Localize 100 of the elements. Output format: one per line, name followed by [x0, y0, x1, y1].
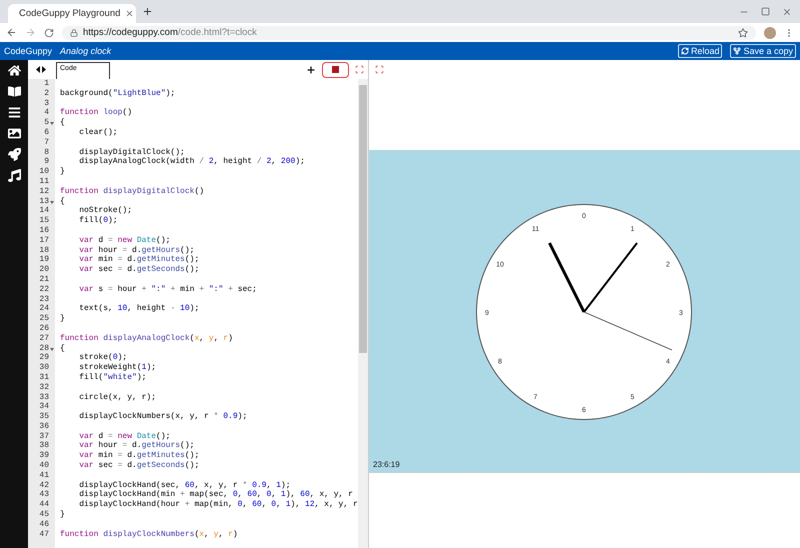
- code-line: var sec = d.getSeconds();: [78, 461, 200, 471]
- line-number: 4: [43, 108, 50, 118]
- image-icon[interactable]: [8, 127, 20, 140]
- line-number: 16: [38, 226, 50, 236]
- line-number: 8: [43, 148, 50, 158]
- back-icon[interactable]: [6, 27, 17, 38]
- line-number: 18: [38, 246, 50, 256]
- add-icon[interactable]: [306, 64, 316, 74]
- line-number: 21: [38, 274, 50, 285]
- line-number: 20: [38, 265, 50, 275]
- code-line: var sec = d.getSeconds();: [78, 265, 200, 275]
- code-line: var min = d.getMinutes();: [78, 255, 200, 265]
- code-line: circle(x, y, r);: [78, 392, 156, 402]
- code-line: text(s, 10, height - 10);: [78, 304, 200, 314]
- code-line: }: [60, 314, 65, 324]
- scrollbar[interactable]: [358, 79, 368, 548]
- avatar[interactable]: [764, 26, 776, 38]
- line-number: 23: [38, 294, 50, 304]
- line-number: 31: [38, 372, 50, 383]
- line-number: 6: [43, 128, 50, 138]
- code-line: {: [60, 196, 65, 206]
- line-number: 24: [38, 304, 50, 314]
- line-number: 15: [38, 216, 50, 226]
- line-number: 43: [38, 490, 50, 500]
- stop-button[interactable]: [322, 62, 349, 78]
- save-copy-button[interactable]: Save a copy: [730, 44, 796, 58]
- code-line: }: [60, 510, 65, 520]
- code-line: displayClockHand(min + map(sec, 0, 60, 0, 1), 60, x, y, r: [78, 490, 353, 500]
- code-line: displayClockHand(sec, 60, x, y, r * 0.9, 1);: [78, 480, 290, 490]
- fold-icon[interactable]: [50, 122, 54, 126]
- line-number: 45: [38, 510, 50, 520]
- address-field[interactable]: https://codeguppy.com/code.html?t=clock: [83, 27, 257, 38]
- code-line: fill(0);: [78, 216, 118, 226]
- line-number: 29: [38, 353, 50, 364]
- fullscreen-icon[interactable]: [375, 65, 384, 74]
- line-number: 12: [38, 186, 50, 197]
- project-title: Analog clock: [60, 46, 112, 56]
- close-tab-icon[interactable]: [125, 9, 134, 18]
- line-number: 27: [38, 334, 50, 344]
- code-line: var hour = d.getHours();: [78, 441, 194, 451]
- line-number: 9: [43, 157, 50, 168]
- line-number: 34: [38, 402, 50, 412]
- reload-button[interactable]: Reload: [678, 44, 722, 58]
- code-line: displayClockNumbers(x, y, r * 0.9);: [78, 412, 248, 422]
- code-line: var hour = d.getHours();: [78, 246, 194, 255]
- line-number: 35: [38, 412, 50, 422]
- code-line: var d = new Date();: [78, 236, 170, 246]
- arrows-icon[interactable]: [36, 66, 46, 73]
- line-number: 44: [38, 500, 50, 510]
- line-number: 32: [38, 382, 50, 392]
- line-number: 30: [38, 363, 50, 373]
- line-number: 17: [38, 236, 50, 246]
- brand-name[interactable]: CodeGuppy: [4, 46, 52, 56]
- line-number: 19: [38, 255, 50, 266]
- line-number: 13: [39, 196, 49, 206]
- music-icon[interactable]: [8, 169, 20, 182]
- line-number: 33: [38, 392, 50, 402]
- code-line: function displayAnalogClock(x, y, r): [60, 334, 233, 344]
- code-line: displayAnalogClock(width / 2, height / 2, 200);: [78, 157, 305, 168]
- code-line: noStroke();: [78, 206, 132, 216]
- line-number: 40: [38, 461, 50, 471]
- line-number: 26: [38, 324, 50, 334]
- line-number: 11: [38, 176, 50, 187]
- line-number: 42: [38, 480, 50, 490]
- line-number: 3: [43, 98, 50, 108]
- line-number: 38: [38, 441, 50, 452]
- fold-icon[interactable]: [50, 348, 54, 351]
- list-icon[interactable]: [8, 106, 20, 119]
- hour-hand: [548, 242, 586, 313]
- line-number: 37: [38, 432, 50, 442]
- fold-icon[interactable]: [50, 200, 54, 204]
- code-line: function loop(): [60, 108, 132, 118]
- line-number: 7: [43, 138, 50, 148]
- line-number: 28: [39, 344, 49, 354]
- browser-tab[interactable]: CodeGuppy Playground: [8, 4, 136, 23]
- line-number: 47: [38, 530, 50, 540]
- code-line: var s = hour + ":" + min + ":" + sec;: [78, 284, 257, 295]
- line-number: 14: [38, 206, 50, 216]
- line-number: 39: [38, 451, 50, 462]
- code-line: displayClockHand(hour + map(min, 0, 60, 0, 1), 12, x, y, r: [78, 500, 358, 510]
- reload-icon[interactable]: [44, 28, 54, 38]
- line-number: 2: [43, 88, 50, 99]
- line-number: 1: [43, 79, 50, 89]
- digital-time: 23:6:19: [373, 460, 400, 469]
- book-icon[interactable]: [8, 85, 20, 98]
- code-line: function displayClockNumbers(x, y, r): [60, 530, 238, 540]
- rocket-icon[interactable]: [8, 148, 20, 161]
- maximize-icon[interactable]: [761, 6, 770, 16]
- line-number: 5: [44, 118, 49, 128]
- star-icon[interactable]: [738, 28, 748, 38]
- minute-hand: [583, 242, 638, 313]
- home-icon[interactable]: [8, 64, 20, 77]
- code-line: background("LightBlue");: [60, 88, 176, 99]
- close-icon[interactable]: [782, 6, 792, 16]
- line-number: 46: [38, 520, 50, 530]
- line-number: 41: [38, 470, 50, 481]
- line-number: 22: [38, 284, 50, 295]
- fullscreen-icon[interactable]: [355, 65, 364, 74]
- new-tab-icon[interactable]: [142, 6, 153, 17]
- code-line: }: [60, 167, 65, 177]
